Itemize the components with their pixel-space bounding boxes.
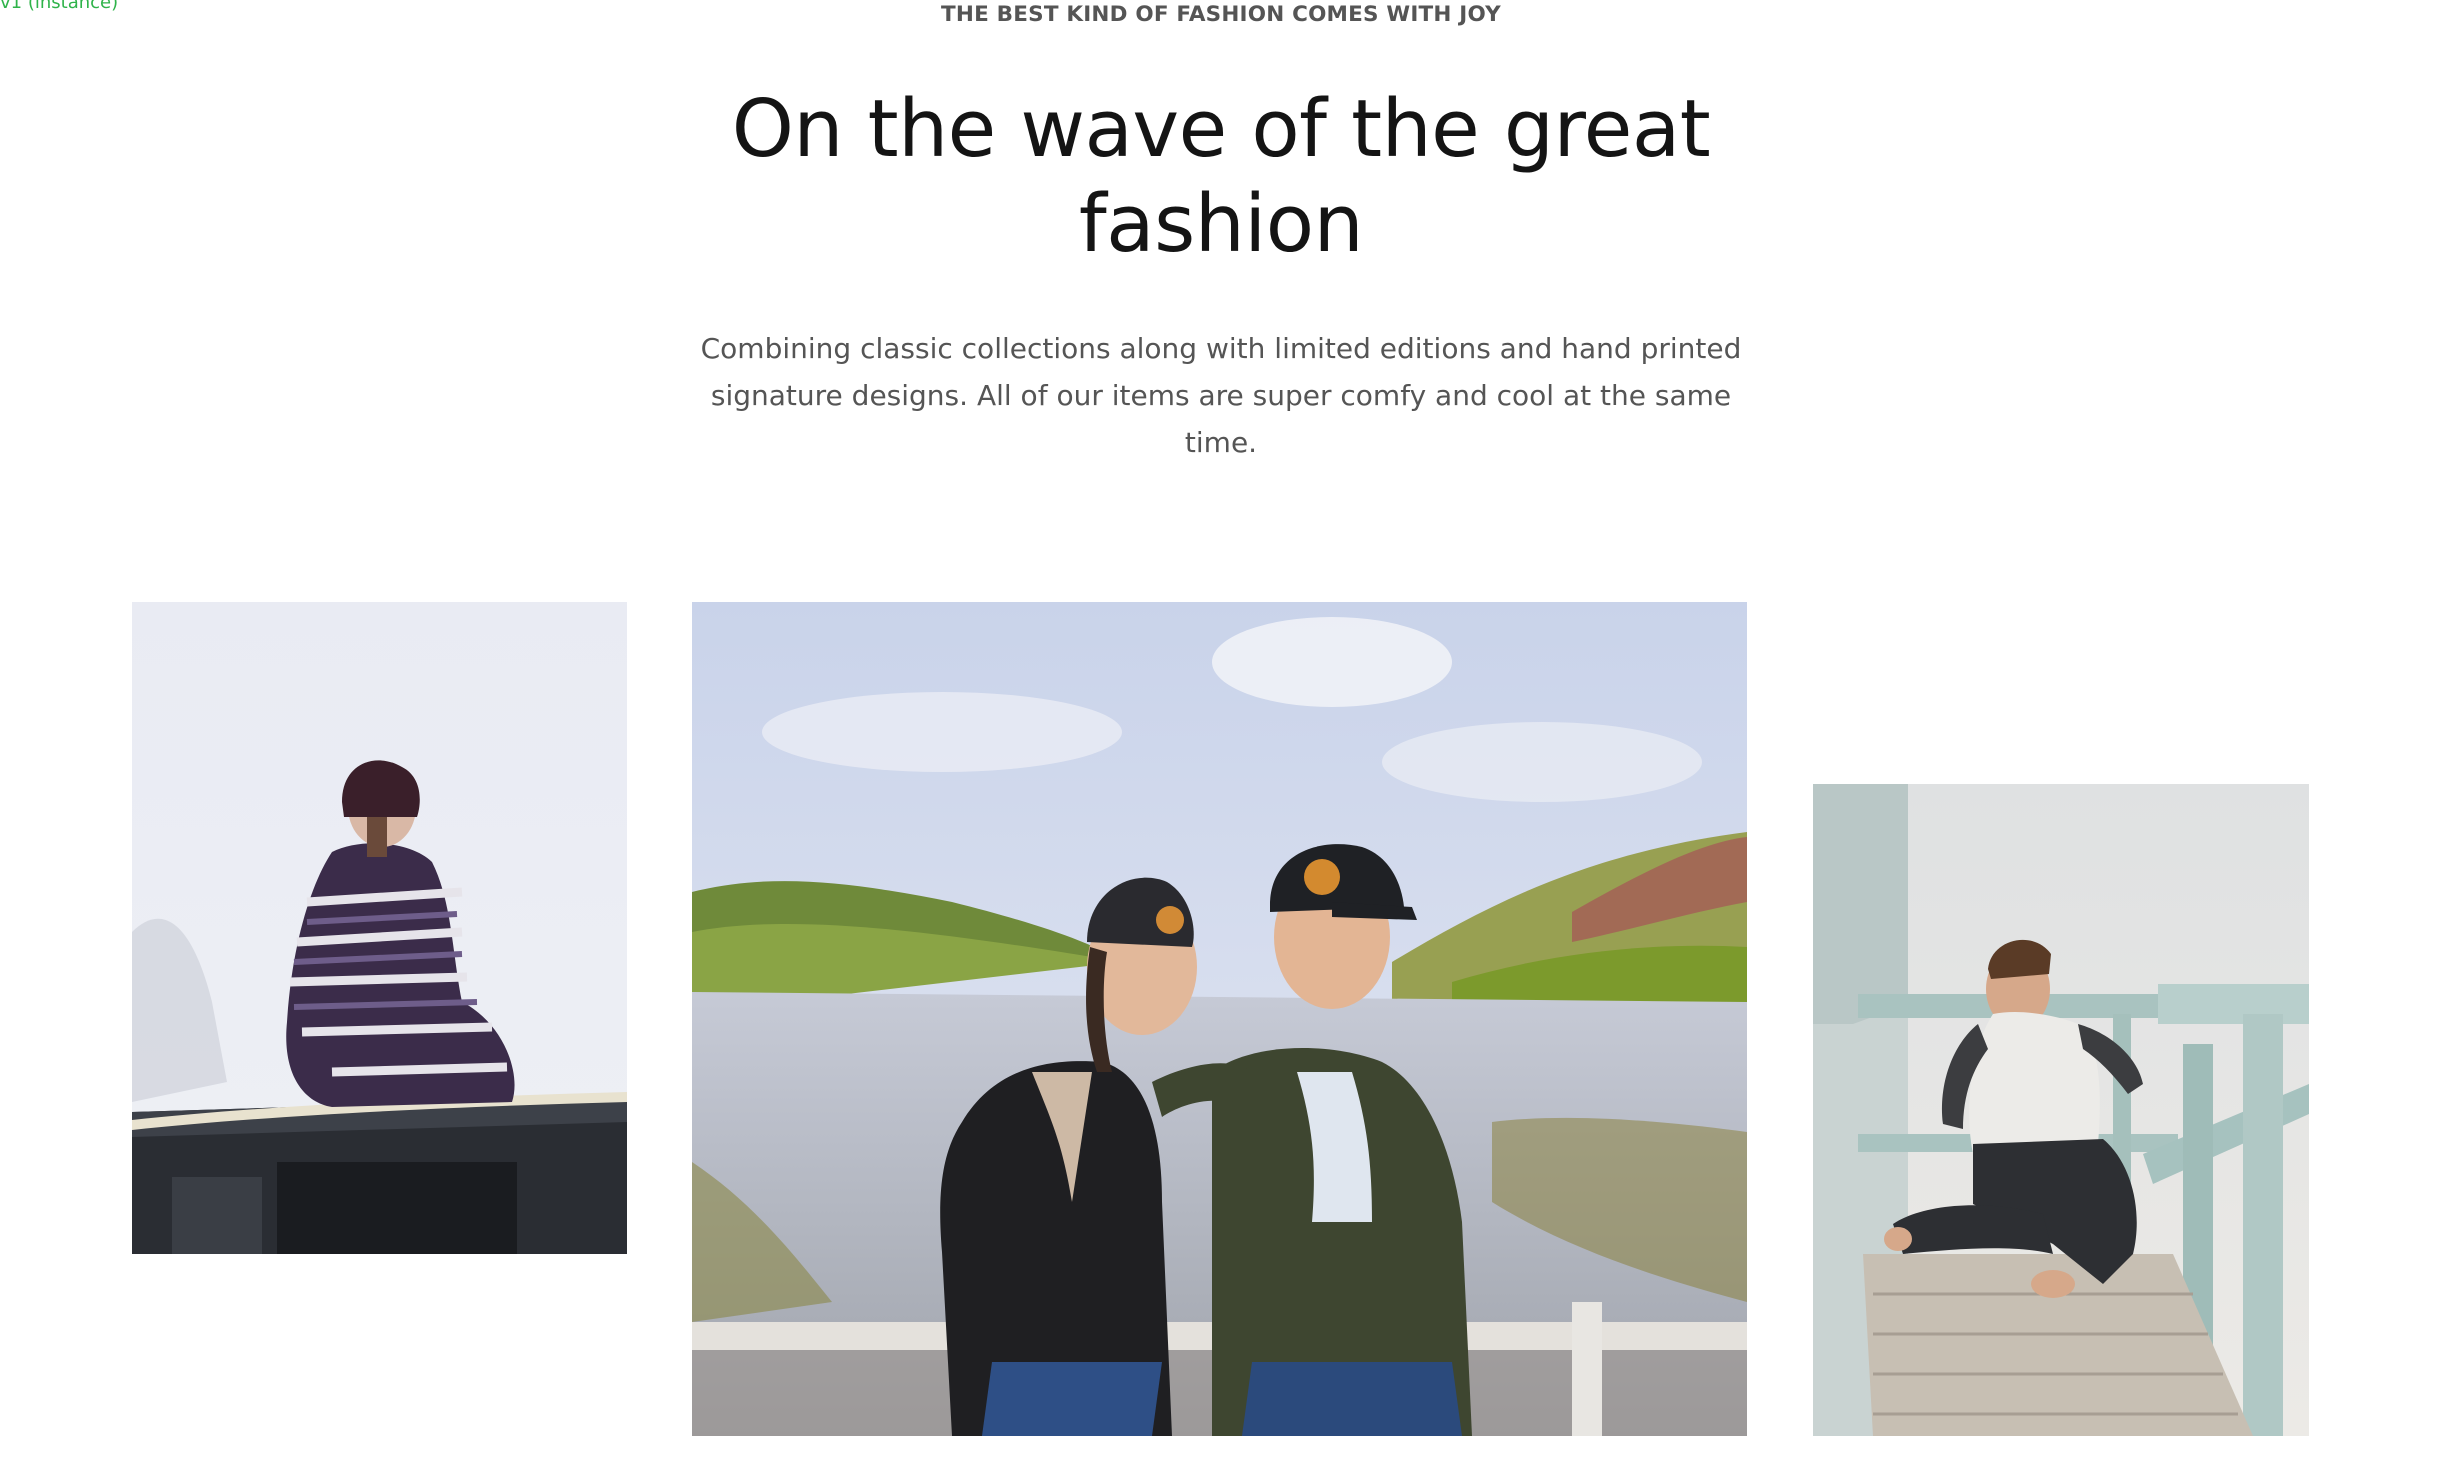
gallery-image-main	[692, 602, 1747, 1436]
hero-eyebrow: THE BEST KIND OF FASHION COMES WITH JOY	[941, 2, 1501, 27]
hero-headline: On the wave of the great fashion	[731, 83, 1711, 270]
gallery-image-left	[132, 602, 627, 1254]
photo-man-on-lifeguard-tower	[1813, 784, 2309, 1436]
hero-lead: Combining classic collections along with…	[700, 332, 1742, 459]
gallery-image-right	[1813, 784, 2309, 1436]
photo-couple-by-lake	[692, 602, 1747, 1436]
photo-woman-on-car	[132, 602, 627, 1254]
